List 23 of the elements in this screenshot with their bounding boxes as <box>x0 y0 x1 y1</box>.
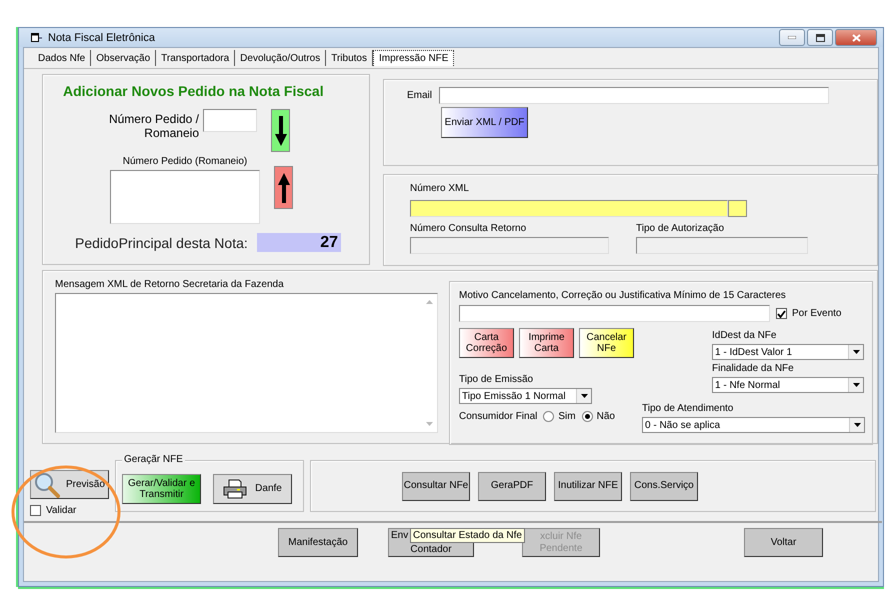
order-number-value: 27 <box>257 233 341 252</box>
field-label: Número Pedido (Romaneio) <box>122 156 248 167</box>
field-label: Número Pedido / Romaneio <box>108 112 199 140</box>
field-label: IdDest da NFe <box>712 330 778 341</box>
field-label: Email <box>407 90 432 101</box>
radio-label: Não <box>596 411 615 422</box>
field-label: Motivo Cancelamento, Correção ou Justificativa Mínimo de 15 Caracteres <box>459 290 787 301</box>
checkbox-label: Por Evento <box>792 308 842 319</box>
field-label: Tipo de Emissão <box>459 374 534 385</box>
field-label: Tipo de Autorização <box>636 223 724 234</box>
field-label: PedidoPrincipal desta Nota: <box>75 234 249 250</box>
field-label: Número Consulta Retorno <box>410 223 528 234</box>
window-title: Nota Fiscal Eletrônica <box>48 32 155 44</box>
field-label: Consumidor Final <box>459 411 538 422</box>
field-label: Finalidade da NFe <box>712 363 795 374</box>
field-label: Número XML <box>410 183 470 194</box>
panel-heading: Adicionar Novos Pedido na Nota Fiscal <box>63 83 325 99</box>
radio-label: Sim <box>558 411 576 422</box>
field-label: Tipo de Atendimento <box>642 403 734 414</box>
checkbox-label: Validar <box>46 505 76 516</box>
group-title: Geraçãr NFE <box>122 454 185 465</box>
tooltip: Consultar Estado da Nfe <box>410 528 525 543</box>
field-label: Mensagem XML de Retorno Secretaria da Fazenda <box>55 279 285 290</box>
